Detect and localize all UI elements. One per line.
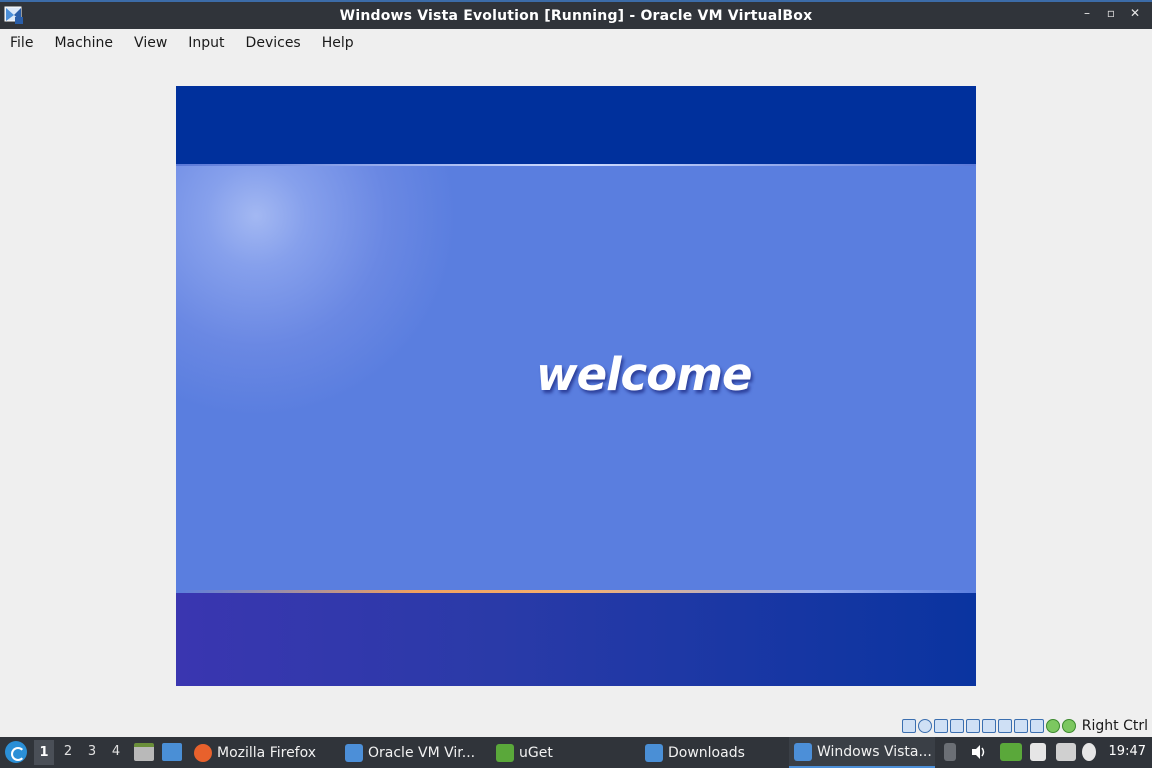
uget-icon — [496, 743, 514, 762]
vm-top-band — [176, 86, 976, 164]
task-label: uGet — [519, 744, 553, 761]
workspace-3[interactable]: 3 — [82, 744, 102, 759]
show-desktop-icon[interactable] — [162, 743, 182, 761]
volume-icon[interactable] — [970, 743, 988, 761]
close-button[interactable]: ✕ — [1128, 6, 1142, 20]
vm-display[interactable]: welcome — [176, 86, 976, 686]
usb-icon[interactable] — [965, 719, 980, 733]
start-menu-icon[interactable] — [5, 741, 27, 763]
vm-bottom-band — [176, 593, 976, 686]
network-icon[interactable] — [949, 719, 964, 733]
workspace-2[interactable]: 2 — [58, 744, 78, 759]
network-tray-icon[interactable] — [1056, 743, 1076, 761]
task-label: Mozilla Firefox — [217, 744, 317, 761]
welcome-text: welcome — [536, 348, 753, 401]
menu-bar: File Machine View Input Devices Help — [0, 29, 1152, 57]
workspace-1[interactable]: 1 — [34, 740, 54, 765]
task-windows-vista-vm[interactable]: Windows Vista... — [789, 737, 935, 768]
mouse-integration-icon[interactable] — [1061, 719, 1076, 733]
guest-additions-icon[interactable] — [1045, 719, 1060, 733]
task-firefox[interactable]: Mozilla Firefox — [194, 737, 324, 768]
task-label: Downloads — [668, 744, 745, 761]
uget-tray-icon[interactable] — [1000, 743, 1022, 761]
virtualbox-icon — [345, 743, 363, 762]
vm-status-bar: Right Ctrl — [901, 716, 1148, 736]
virtualbox-vm-icon — [4, 6, 23, 24]
task-label: Oracle VM Vir... — [368, 744, 476, 761]
window-title: Windows Vista Evolution [Running] - Orac… — [339, 7, 813, 24]
menu-machine[interactable]: Machine — [54, 35, 113, 51]
clipboard-icon[interactable] — [944, 743, 956, 761]
task-label: Windows Vista... — [817, 743, 932, 760]
menu-devices[interactable]: Devices — [246, 35, 301, 51]
task-virtualbox-manager[interactable]: Oracle VM Vir... — [345, 737, 485, 768]
cpu-icon[interactable] — [1029, 719, 1044, 733]
task-uget[interactable]: uGet — [496, 737, 616, 768]
clock[interactable]: 19:47 — [1109, 744, 1146, 759]
firefox-icon — [194, 743, 212, 762]
window-titlebar: Windows Vista Evolution [Running] - Orac… — [0, 0, 1152, 29]
menu-file[interactable]: File — [10, 35, 33, 51]
workspace-4[interactable]: 4 — [106, 744, 126, 759]
folder-icon — [645, 743, 663, 762]
clipboard-manager-icon[interactable] — [1030, 743, 1046, 761]
virtualbox-vm-icon — [794, 742, 812, 761]
host-key-label[interactable]: Right Ctrl — [1082, 718, 1148, 734]
notification-icon[interactable] — [1082, 743, 1096, 761]
minimize-button[interactable]: – — [1080, 6, 1094, 20]
menu-view[interactable]: View — [134, 35, 167, 51]
menu-input[interactable]: Input — [188, 35, 224, 51]
menu-help[interactable]: Help — [322, 35, 354, 51]
taskbar: 1 2 3 4 Mozilla Firefox Oracle VM Vir...… — [0, 737, 1152, 768]
optical-drive-icon[interactable] — [917, 719, 932, 733]
maximize-button[interactable]: ▫ — [1104, 6, 1118, 20]
task-downloads[interactable]: Downloads — [645, 737, 775, 768]
audio-icon[interactable] — [933, 719, 948, 733]
display-icon[interactable] — [997, 719, 1012, 733]
shared-folders-icon[interactable] — [981, 719, 996, 733]
video-capture-icon[interactable] — [1013, 719, 1028, 733]
hard-disk-icon[interactable] — [901, 719, 916, 733]
file-manager-launcher-icon[interactable] — [134, 743, 154, 761]
